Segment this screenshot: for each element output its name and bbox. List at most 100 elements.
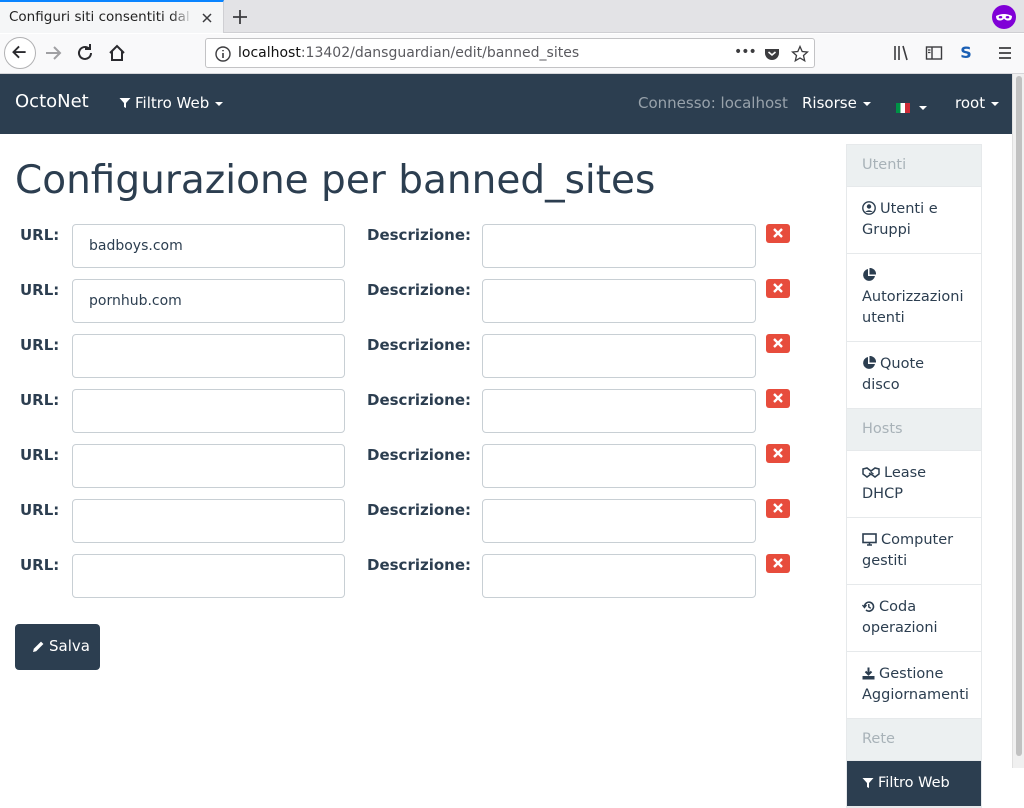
description-label: Descrizione: bbox=[367, 281, 472, 299]
url-input[interactable] bbox=[72, 499, 345, 543]
url-path: :13402/dansguardian/edit/banned_sites bbox=[300, 45, 580, 61]
language-dropdown[interactable] bbox=[896, 98, 927, 116]
description-input[interactable] bbox=[482, 554, 756, 598]
close-icon bbox=[773, 338, 783, 348]
handshake-icon bbox=[862, 467, 880, 478]
description-input[interactable] bbox=[482, 279, 756, 323]
sidebar-item-label: Filtro Web bbox=[878, 775, 950, 791]
description-label: Descrizione: bbox=[367, 391, 472, 409]
delete-row-button[interactable] bbox=[766, 334, 790, 353]
description-label: Descrizione: bbox=[367, 336, 472, 354]
sidebar-header-hosts: Hosts bbox=[847, 409, 981, 451]
site-row: URL: Descrizione: bbox=[0, 444, 840, 494]
url-input[interactable] bbox=[72, 554, 345, 598]
sidebar-item-managed-computers[interactable]: Computer gestiti bbox=[847, 518, 981, 585]
forward-arrow-icon bbox=[46, 46, 62, 60]
info-icon[interactable] bbox=[214, 45, 232, 63]
url-label: URL: bbox=[20, 281, 60, 299]
sidebar-item-user-auth[interactable]: Autorizzazioni utenti bbox=[847, 254, 981, 342]
site-row: URL: Descrizione: bbox=[0, 389, 840, 439]
url-input[interactable] bbox=[72, 389, 345, 433]
site-row: URL: Descrizione: bbox=[0, 499, 840, 549]
browser-tab-title: Configuri siti consentiti dal filtro bbox=[9, 9, 193, 25]
url-label: URL: bbox=[20, 336, 60, 354]
delete-row-button[interactable] bbox=[766, 279, 790, 298]
filtro-web-label: Filtro Web bbox=[135, 94, 210, 112]
description-input[interactable] bbox=[482, 499, 756, 543]
pie-chart-icon bbox=[863, 355, 877, 369]
chevron-down-icon bbox=[919, 105, 927, 110]
site-row: URL: Descrizione: bbox=[0, 279, 840, 329]
url-input[interactable] bbox=[72, 444, 345, 488]
home-button[interactable] bbox=[101, 37, 133, 69]
reload-button[interactable] bbox=[69, 37, 101, 69]
extension-s-icon[interactable]: S bbox=[956, 42, 976, 64]
pencil-icon bbox=[33, 641, 44, 652]
bookmark-star-icon[interactable] bbox=[791, 45, 809, 63]
browser-toolbar: localhost:13402/dansguardian/edit/banned… bbox=[0, 34, 1024, 74]
delete-row-button[interactable] bbox=[766, 444, 790, 463]
sidebar-item-disk-quota[interactable]: Quote disco bbox=[847, 342, 981, 409]
pie-chart-icon bbox=[863, 267, 877, 281]
site-row: URL: Descrizione: bbox=[0, 334, 840, 384]
description-input[interactable] bbox=[482, 444, 756, 488]
pocket-icon[interactable] bbox=[763, 45, 781, 63]
close-icon bbox=[773, 283, 783, 293]
close-icon bbox=[773, 448, 783, 458]
forward-button[interactable] bbox=[38, 37, 70, 69]
hamburger-menu-icon[interactable] bbox=[995, 43, 1015, 63]
reload-icon bbox=[78, 44, 92, 60]
home-icon bbox=[109, 44, 125, 61]
delete-row-button[interactable] bbox=[766, 499, 790, 518]
page-scrollbar[interactable] bbox=[1012, 74, 1024, 768]
url-text[interactable]: localhost:13402/dansguardian/edit/banned… bbox=[238, 45, 579, 61]
user-circle-icon bbox=[862, 201, 876, 215]
app-navbar: OctoNet Filtro Web Connesso: localhost R… bbox=[0, 74, 1012, 134]
delete-row-button[interactable] bbox=[766, 554, 790, 573]
close-icon bbox=[773, 558, 783, 568]
scrollbar-thumb[interactable] bbox=[1016, 76, 1022, 756]
sidebar-item-update-management[interactable]: Gestione Aggiornamenti bbox=[847, 652, 981, 719]
url-input[interactable] bbox=[72, 334, 345, 378]
delete-row-button[interactable] bbox=[766, 389, 790, 408]
url-host: localhost bbox=[238, 45, 301, 61]
sidebar-header-utenti: Utenti bbox=[847, 145, 981, 187]
connection-status: Connesso: localhost bbox=[638, 94, 788, 112]
close-icon bbox=[773, 228, 783, 238]
save-button[interactable]: Salva bbox=[15, 624, 100, 670]
filter-icon bbox=[862, 778, 874, 788]
description-input[interactable] bbox=[482, 389, 756, 433]
user-label: root bbox=[955, 94, 986, 112]
brand-logo[interactable]: OctoNet bbox=[15, 91, 89, 112]
url-input[interactable] bbox=[72, 224, 345, 268]
description-label: Descrizione: bbox=[367, 556, 472, 574]
description-input[interactable] bbox=[482, 334, 756, 378]
new-tab-icon[interactable] bbox=[230, 7, 250, 27]
sidebar-item-dhcp-lease[interactable]: Lease DHCP bbox=[847, 451, 981, 518]
url-input[interactable] bbox=[72, 279, 345, 323]
risorse-dropdown[interactable]: Risorse bbox=[802, 94, 871, 112]
url-label: URL: bbox=[20, 391, 60, 409]
user-dropdown[interactable]: root bbox=[955, 94, 1000, 112]
tab-close-icon[interactable] bbox=[199, 10, 215, 26]
desktop-icon bbox=[862, 533, 877, 546]
sidebar-item-label: Gestione Aggiornamenti bbox=[862, 666, 969, 703]
private-browsing-icon bbox=[992, 5, 1016, 29]
chevron-down-icon bbox=[215, 101, 224, 106]
back-button[interactable] bbox=[4, 37, 36, 69]
sidebar-item-label: Autorizzazioni utenti bbox=[862, 289, 964, 326]
address-bar[interactable]: localhost:13402/dansguardian/edit/banned… bbox=[205, 38, 815, 68]
browser-tab[interactable]: Configuri siti consentiti dal filtro bbox=[0, 0, 224, 33]
site-row: URL: Descrizione: bbox=[0, 224, 840, 274]
page-actions-menu-icon[interactable]: ••• bbox=[734, 44, 757, 60]
chevron-down-icon bbox=[991, 101, 1000, 106]
description-label: Descrizione: bbox=[367, 501, 472, 519]
description-input[interactable] bbox=[482, 224, 756, 268]
sidebar-toggle-icon[interactable] bbox=[924, 43, 944, 63]
sidebar-item-operations-queue[interactable]: Coda operazioni bbox=[847, 585, 981, 652]
library-icon[interactable] bbox=[892, 43, 912, 63]
sidebar: Utenti Utenti e Gruppi Autorizzazioni ut… bbox=[846, 144, 982, 808]
sidebar-item-users-groups[interactable]: Utenti e Gruppi bbox=[847, 187, 981, 254]
filtro-web-dropdown[interactable]: Filtro Web bbox=[119, 94, 224, 112]
delete-row-button[interactable] bbox=[766, 224, 790, 243]
